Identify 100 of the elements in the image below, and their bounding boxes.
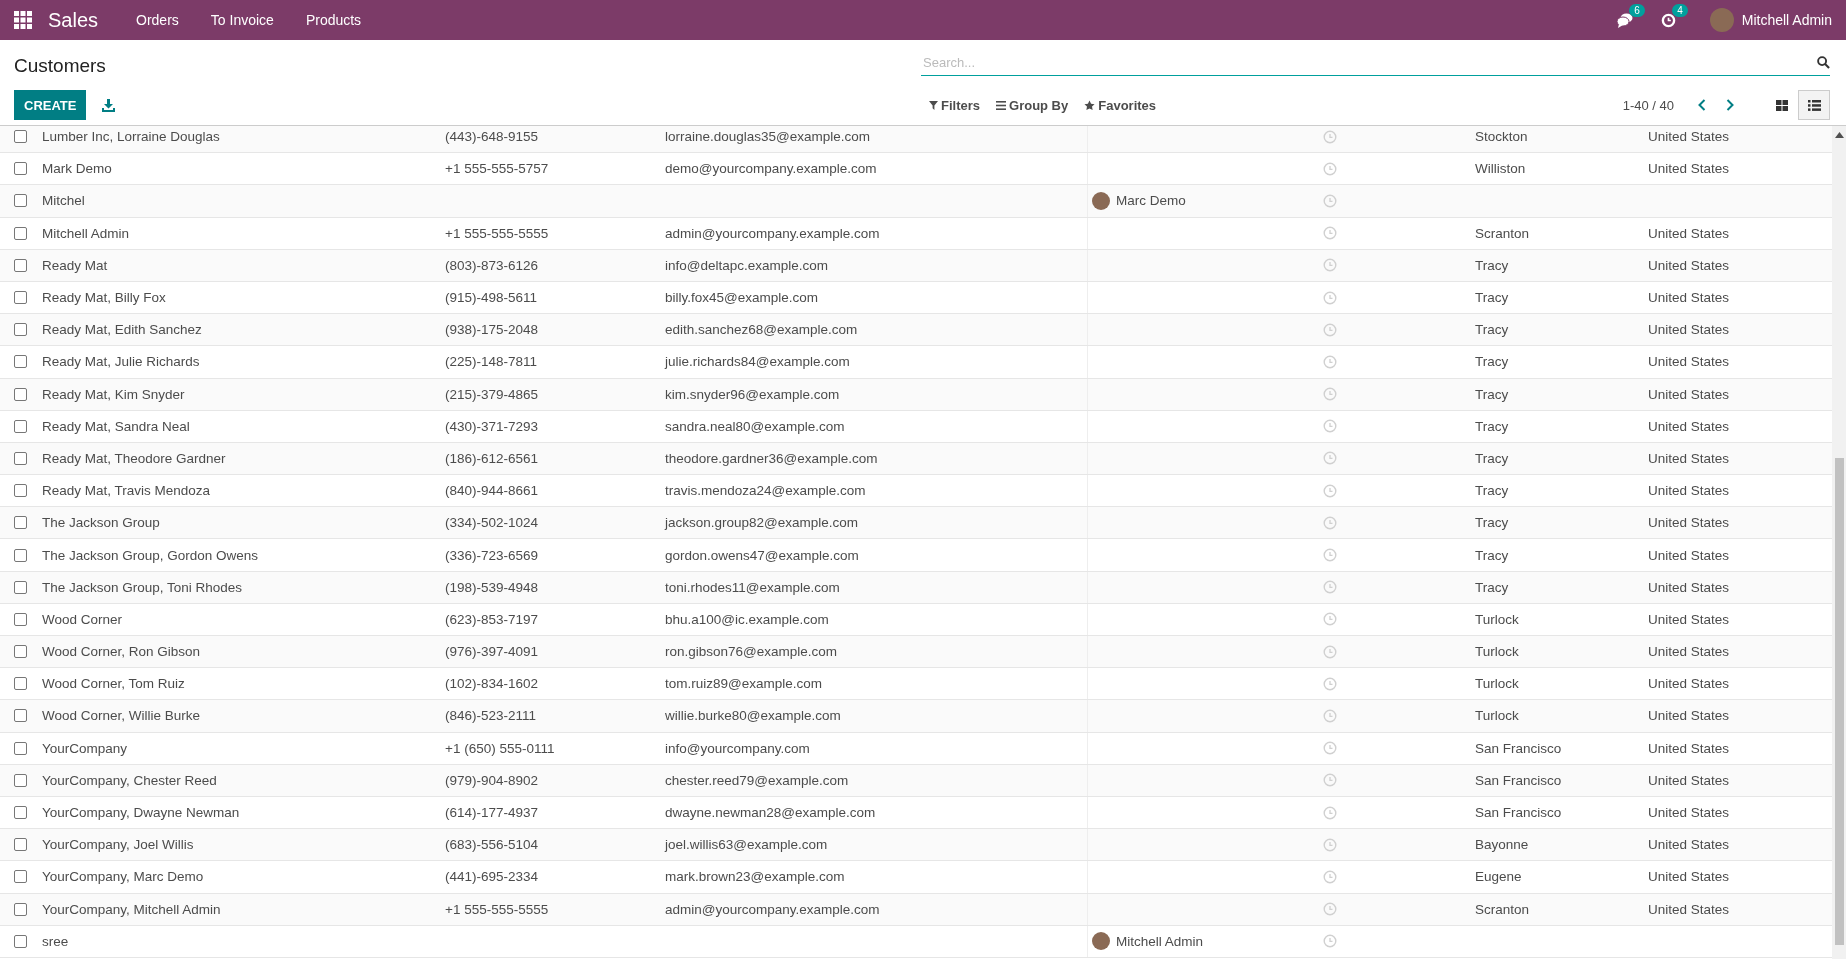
email-cell-text: willie.burke80@example.com (665, 708, 842, 724)
customer-name: Ready Mat, Travis Mendoza (42, 483, 212, 499)
city-cell-text: San Francisco (1475, 740, 1563, 756)
customer-name: YourCompany, Mitchell Admin (42, 901, 222, 917)
row-checkbox[interactable] (14, 194, 27, 208)
salesperson-avatar (1092, 932, 1110, 951)
phone-cell-text: (102)-834-1602 (445, 676, 540, 692)
app-title[interactable]: Sales (48, 8, 99, 32)
country-cell-text: United States (1648, 290, 1731, 306)
city-cell-text: Turlock (1475, 708, 1520, 724)
email-cell-text: billy.fox45@example.com (665, 290, 819, 306)
filter-button[interactable]: Filters (921, 97, 988, 113)
row-checkbox[interactable] (14, 162, 27, 176)
view-button[interactable] (1798, 90, 1830, 121)
grid-icon (1776, 99, 1788, 111)
email-cell-text: info@deltapc.example.com (665, 257, 830, 273)
customer-name: Wood Corner, Ron Gibson (42, 644, 202, 660)
row-checkbox[interactable] (14, 323, 27, 337)
menu-item[interactable]: To Invoice (194, 12, 290, 28)
country-cell-text: United States (1648, 708, 1731, 724)
row-checkbox[interactable] (14, 387, 27, 401)
city-cell-text: Tracy (1475, 579, 1510, 595)
city-cell-text: Tracy (1475, 386, 1510, 402)
email-cell-text: admin@yourcompany.example.com (665, 225, 881, 241)
phone-cell-text: (215)-379-4865 (445, 386, 540, 402)
customer-name: YourCompany (42, 740, 129, 756)
email-cell-text: gordon.owens47@example.com (665, 547, 860, 563)
filter-button[interactable]: Group By (988, 97, 1077, 113)
country-cell-text: United States (1648, 740, 1731, 756)
apps-grid-icon[interactable] (14, 11, 32, 29)
page-title: Customers (14, 53, 107, 77)
row-checkbox[interactable] (14, 451, 27, 465)
email-cell-text: mark.brown23@example.com (665, 869, 846, 885)
email-cell-text: dwayne.newman28@example.com (665, 805, 877, 821)
city-cell-text: Tracy (1475, 322, 1510, 338)
download-icon[interactable] (102, 98, 116, 112)
scroll-up-icon[interactable] (1834, 132, 1844, 138)
search-icon[interactable] (1817, 56, 1830, 69)
user-name[interactable]: Mitchell Admin (1741, 12, 1832, 28)
city-cell-text: Turlock (1475, 676, 1520, 692)
row-checkbox[interactable] (14, 226, 27, 240)
email-cell-text: demo@yourcompany.example.com (665, 161, 878, 177)
row-checkbox[interactable] (14, 355, 27, 369)
row-checkbox[interactable] (14, 516, 27, 530)
customer-name: YourCompany, Joel Willis (42, 837, 195, 853)
row-checkbox[interactable] (14, 291, 27, 305)
phone-cell-text: (443)-648-9155 (445, 129, 540, 145)
row-checkbox[interactable] (14, 806, 27, 820)
phone-cell-text: +1 555-555-5555 (445, 225, 550, 241)
email-cell-text: edith.sanchez68@example.com (665, 322, 859, 338)
customer-name: YourCompany, Dwayne Newman (42, 805, 241, 821)
customer-name: YourCompany, Chester Reed (42, 772, 218, 788)
menu-item[interactable]: Products (289, 12, 378, 28)
row-checkbox[interactable] (14, 773, 27, 787)
phone-cell-text: (938)-175-2048 (445, 322, 540, 338)
create-button[interactable]: CREATE (14, 90, 87, 121)
row-checkbox[interactable] (14, 580, 27, 594)
customer-name: Ready Mat, Edith Sanchez (42, 322, 203, 338)
row-checkbox[interactable] (14, 612, 27, 626)
email-cell-text: chester.reed79@example.com (665, 772, 850, 788)
city-cell-text: Scranton (1475, 901, 1531, 917)
search-field[interactable]: Search... (921, 55, 1817, 70)
phone-cell-text: (225)-148-7811 (445, 354, 539, 370)
phone-cell-text: (803)-873-6126 (445, 257, 540, 273)
row-checkbox[interactable] (14, 934, 27, 948)
row-checkbox[interactable] (14, 870, 27, 884)
row-checkbox[interactable] (14, 484, 27, 498)
row-checkbox[interactable] (14, 419, 27, 433)
next-icon[interactable] (1726, 99, 1734, 112)
menu-item[interactable]: Orders (120, 12, 195, 28)
row-checkbox[interactable] (14, 677, 27, 691)
phone-cell-text: +1 (650) 555-0111 (445, 740, 556, 756)
chat-icon[interactable] (1616, 12, 1633, 28)
list-lines-icon (996, 100, 1006, 110)
phone-cell-text: (979)-904-8902 (445, 772, 540, 788)
country-cell-text: United States (1648, 450, 1731, 466)
city-cell-text: Eugene (1475, 869, 1523, 885)
email-cell-text: ron.gibson76@example.com (665, 644, 839, 660)
customer-name: Lumber Inc, Lorraine Douglas (42, 129, 221, 145)
row-checkbox[interactable] (14, 709, 27, 723)
row-checkbox[interactable] (14, 838, 27, 852)
country-cell-text: United States (1648, 225, 1731, 241)
email-cell-text: joel.willis63@example.com (665, 837, 829, 853)
row-checkbox[interactable] (14, 130, 27, 144)
row-checkbox[interactable] (14, 902, 27, 916)
row-checkbox[interactable] (14, 645, 27, 659)
phone-cell-text: (334)-502-1024 (445, 515, 540, 531)
row-checkbox[interactable] (14, 741, 27, 755)
row-checkbox[interactable] (14, 258, 27, 272)
scrollbar-thumb[interactable] (1834, 458, 1844, 945)
email-cell-text: sandra.neal80@example.com (665, 418, 846, 434)
city-cell-text: Stockton (1475, 129, 1529, 145)
previous-icon[interactable] (1698, 99, 1706, 112)
filter-button[interactable]: Favorites (1076, 97, 1165, 113)
customer-name: Wood Corner, Willie Burke (42, 708, 202, 724)
phone-cell-text: (840)-944-8661 (445, 483, 540, 499)
country-cell-text: United States (1648, 483, 1731, 499)
country-cell-text: United States (1648, 418, 1731, 434)
country-cell-text: United States (1648, 161, 1731, 177)
row-checkbox[interactable] (14, 548, 27, 562)
